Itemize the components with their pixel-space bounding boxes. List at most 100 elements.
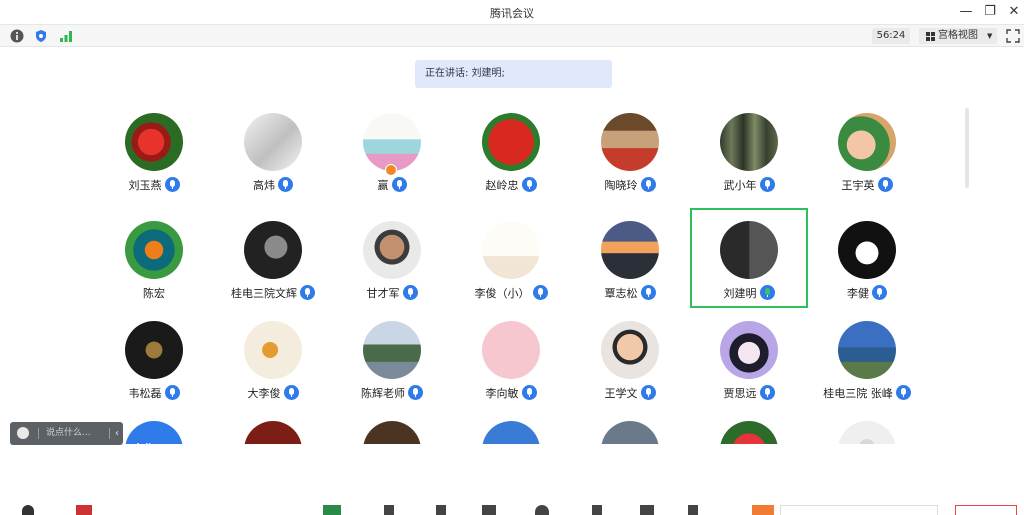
separator: [38, 428, 39, 439]
participant-tile[interactable]: 陈宏: [95, 208, 213, 308]
participant-tile[interactable]: 刘建明: [690, 208, 808, 308]
participant-name: 甘才军: [333, 285, 451, 303]
avatar: [838, 421, 896, 444]
participant-name: 桂电三院 张峰: [808, 385, 926, 403]
avatar: [482, 421, 540, 444]
collapse-chat-button[interactable]: ‹: [115, 422, 119, 445]
more-icon[interactable]: [688, 505, 698, 515]
participant-tile[interactable]: 桂电三院 张峰: [808, 308, 926, 408]
participant-tile[interactable]: 韦松磊: [95, 308, 213, 408]
view-mode-dropdown[interactable]: 宫格视图 ▼: [919, 28, 997, 44]
participant-tile[interactable]: 覃志松: [571, 208, 689, 308]
participant-tile[interactable]: [333, 408, 451, 444]
bottom-control-bar: [0, 505, 1024, 515]
participant-tile[interactable]: 贾思远: [690, 308, 808, 408]
participant-tile[interactable]: 李向敏: [452, 308, 570, 408]
meeting-toolbar: 56:24 宫格视图 ▼: [0, 25, 1024, 47]
participant-tile[interactable]: 王宇英: [808, 100, 926, 200]
participant-tile[interactable]: 甘才军: [333, 208, 451, 308]
participant-name-label: 刘建明: [723, 287, 757, 300]
share-screen-icon[interactable]: [323, 505, 341, 515]
invite-icon[interactable]: [436, 505, 446, 515]
participant-name-label: 覃志松: [604, 287, 638, 300]
participant-tile[interactable]: 赵岭忠: [452, 100, 570, 200]
participant-tile[interactable]: 陶晓玲: [571, 100, 689, 200]
avatar: [838, 113, 896, 171]
emoji-icon[interactable]: [17, 427, 29, 439]
participant-name: 陈宏: [95, 285, 213, 303]
participant-tile[interactable]: [808, 408, 926, 444]
participant-name: 李俊（小）: [452, 285, 570, 303]
avatar: [244, 321, 302, 379]
apps-icon[interactable]: [640, 505, 654, 515]
microphone-icon: [283, 385, 299, 400]
avatar: [838, 321, 896, 379]
microphone-icon: [872, 285, 887, 300]
settings-icon[interactable]: [592, 505, 602, 515]
microphone-icon: [521, 177, 537, 192]
participant-name-label: 甘才军: [366, 287, 400, 300]
participant-tile[interactable]: 赢: [333, 100, 451, 200]
participant-tile[interactable]: 王学文: [571, 308, 689, 408]
participant-name: 李向敏: [452, 385, 570, 403]
avatar: [720, 421, 778, 444]
participant-name: 桂电三院文辉: [214, 285, 332, 303]
chat-input-bar[interactable]: 说点什么... ‹: [10, 422, 123, 445]
slides-icon[interactable]: [752, 505, 774, 515]
info-icon[interactable]: [10, 29, 24, 43]
close-button[interactable]: ✕: [1004, 3, 1024, 21]
app-title: 腾讯会议: [490, 7, 534, 20]
mic-control-icon[interactable]: [22, 505, 34, 515]
fullscreen-icon[interactable]: [1006, 29, 1020, 43]
participant-name: 刘玉燕: [95, 177, 213, 195]
participant-tile[interactable]: [214, 408, 332, 444]
microphone-icon: [759, 285, 775, 300]
signal-icon[interactable]: [59, 29, 73, 43]
avatar: [601, 113, 659, 171]
avatar: [125, 113, 183, 171]
reaction-panel[interactable]: [780, 505, 938, 515]
leave-meeting-button[interactable]: [955, 505, 1017, 515]
avatar: [244, 113, 302, 171]
participant-name: 陶晓玲: [571, 177, 689, 195]
avatar: [720, 321, 778, 379]
participant-tile[interactable]: 李健: [808, 208, 926, 308]
microphone-icon: [402, 285, 418, 300]
participant-tile[interactable]: 李俊（小）: [452, 208, 570, 308]
microphone-icon: [521, 385, 537, 400]
participant-tile[interactable]: 高炜: [214, 100, 332, 200]
title-bar: 腾讯会议 — ❐ ✕: [0, 0, 1024, 25]
avatar: [601, 221, 659, 279]
participant-tile[interactable]: 桂电三院文辉: [214, 208, 332, 308]
avatar: [838, 221, 896, 279]
participant-name-label: 武小年: [723, 179, 757, 192]
avatar-text: 博云: [125, 437, 183, 444]
record-icon[interactable]: [535, 505, 549, 515]
minimize-button[interactable]: —: [956, 3, 976, 21]
shield-icon[interactable]: [34, 29, 48, 43]
restore-button[interactable]: ❐: [980, 3, 1000, 21]
participant-name-label: 贾思远: [723, 387, 757, 400]
participant-name-label: 桂电三院文辉: [231, 287, 297, 300]
participant-name: 王宇英: [808, 177, 926, 195]
participant-tile[interactable]: 陈辉老师: [333, 308, 451, 408]
participant-tile[interactable]: [571, 408, 689, 444]
grid-scrollbar[interactable]: [965, 108, 969, 188]
microphone-icon: [408, 385, 423, 400]
participant-tile[interactable]: 大李俊: [214, 308, 332, 408]
chat-icon[interactable]: [482, 505, 496, 515]
chat-placeholder[interactable]: 说点什么...: [46, 422, 91, 445]
members-icon[interactable]: [384, 505, 394, 515]
microphone-icon: [164, 385, 180, 400]
video-control-icon[interactable]: [76, 505, 92, 515]
participant-name: 韦松磊: [95, 385, 213, 403]
participant-tile[interactable]: 刘玉燕: [95, 100, 213, 200]
microphone-icon: [895, 385, 911, 400]
avatar: [482, 113, 540, 171]
participant-name: 覃志松: [571, 285, 689, 303]
participant-tile[interactable]: 武小年: [690, 100, 808, 200]
participant-name-label: 刘玉燕: [128, 179, 162, 192]
participant-name-label: 陈宏: [143, 287, 165, 300]
participant-tile[interactable]: [690, 408, 808, 444]
participant-tile[interactable]: [452, 408, 570, 444]
